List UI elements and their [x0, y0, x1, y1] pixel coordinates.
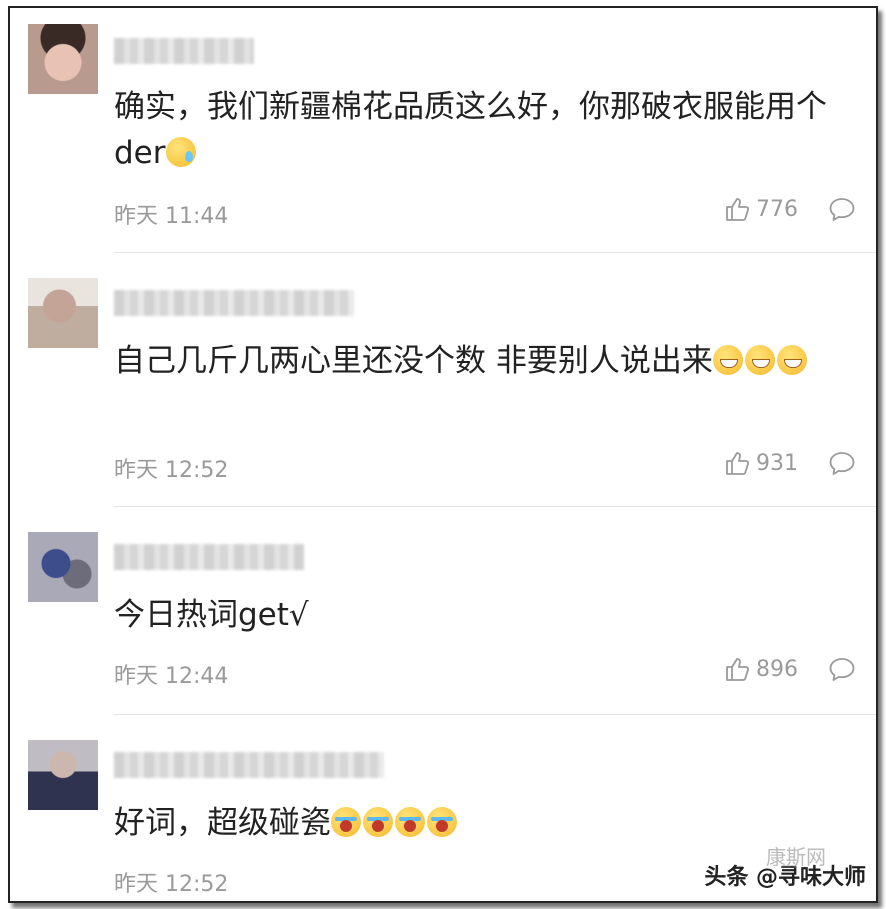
like-count: 896 [756, 656, 798, 682]
avatar[interactable] [28, 24, 98, 94]
comment-screenshot-frame: 确实，我们新疆棉花品质这么好，你那破衣服能用个der 昨天 11:44 776 … [8, 6, 878, 903]
username-blurred[interactable] [114, 544, 304, 570]
like-button[interactable]: 931 [724, 450, 798, 476]
comment-time: 昨天 12:52 [114, 872, 229, 897]
comment-text: 好词，超级碰瓷 [114, 805, 331, 841]
username-blurred[interactable] [114, 752, 384, 778]
grinning-squint-face-icon [712, 345, 743, 375]
grinning-squint-face-icon [776, 345, 807, 375]
grinning-squint-face-icon [744, 345, 775, 375]
comment-time: 昨天 11:44 [114, 204, 229, 229]
avatar[interactable] [28, 278, 98, 348]
loudly-crying-face-icon [363, 807, 393, 837]
comment-bubble-icon [829, 198, 855, 221]
avatar[interactable] [28, 740, 98, 810]
thumbs-up-icon [726, 452, 750, 475]
comment-text-wrap: 自己几斤几两心里还没个数 非要别人说出来 [114, 338, 856, 384]
sweat-face-icon [165, 137, 196, 167]
comment-text-wrap: 好词，超级碰瓷 [114, 800, 856, 846]
like-count: 776 [756, 196, 798, 222]
divider [114, 506, 876, 507]
divider [114, 714, 876, 715]
comment-text: 确实，我们新疆棉花品质这么好，你那破衣服能用个der [114, 89, 827, 171]
comment-text-wrap: 确实，我们新疆棉花品质这么好，你那破衣服能用个der [114, 84, 856, 176]
thumbs-up-icon [726, 198, 750, 221]
faint-watermark: 康斯网 [766, 845, 826, 869]
comment-text: 自己几斤几两心里还没个数 非要别人说出来 [114, 343, 713, 379]
loudly-crying-face-icon [395, 807, 425, 837]
reply-button[interactable] [828, 450, 856, 480]
reply-button[interactable] [828, 656, 856, 686]
loudly-crying-face-icon [427, 807, 457, 837]
comment-bubble-icon [829, 452, 855, 475]
avatar[interactable] [28, 532, 98, 602]
source-watermark: 康斯网 头条 @寻味大师 [704, 845, 866, 891]
like-button[interactable]: 776 [724, 196, 798, 222]
username-blurred[interactable] [114, 290, 354, 316]
like-button[interactable]: 896 [724, 656, 798, 682]
loudly-crying-face-icon [331, 807, 361, 837]
comment-text-wrap: 今日热词get√ [114, 592, 856, 638]
divider [114, 252, 876, 253]
comment-time: 昨天 12:44 [114, 664, 229, 689]
thumbs-up-icon [726, 658, 750, 681]
reply-button[interactable] [828, 196, 856, 226]
comment-bubble-icon [829, 658, 855, 681]
comment-text: 今日热词get√ [114, 597, 309, 633]
username-blurred[interactable] [114, 38, 254, 64]
like-count: 931 [756, 450, 798, 476]
comment-time: 昨天 12:52 [114, 458, 229, 483]
